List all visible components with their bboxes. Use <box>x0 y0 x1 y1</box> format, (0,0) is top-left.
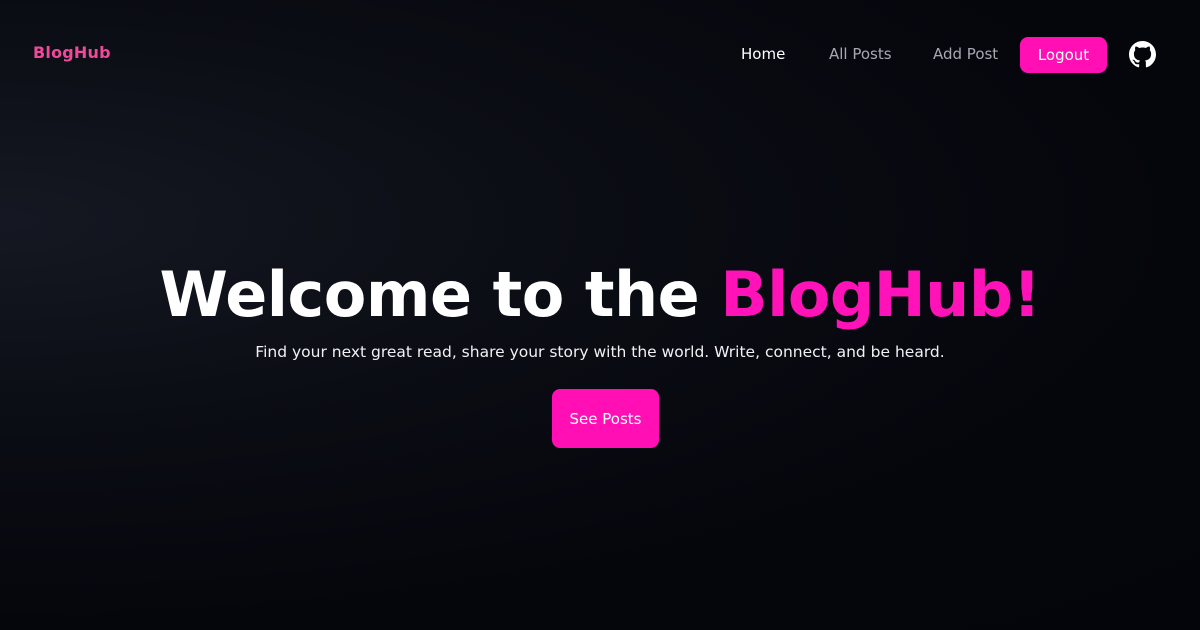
logout-button[interactable]: Logout <box>1020 37 1107 73</box>
hero-title-accent: BlogHub! <box>720 258 1041 331</box>
see-posts-button[interactable]: See Posts <box>552 389 659 448</box>
hero-title-prefix: Welcome to the <box>159 258 721 331</box>
nav-link-home[interactable]: Home <box>741 45 785 63</box>
hero-title: Welcome to the BlogHub! <box>0 255 1200 335</box>
hero-subtitle: Find your next great read, share your st… <box>255 343 945 361</box>
nav-link-all-posts[interactable]: All Posts <box>829 45 892 63</box>
hero-section: Welcome to the BlogHub! Find your next g… <box>0 255 1200 365</box>
github-icon[interactable] <box>1129 41 1156 68</box>
nav-link-add-post[interactable]: Add Post <box>933 45 998 63</box>
navbar: BlogHub Home All Posts Add Post Logout <box>0 0 1200 110</box>
brand-logo[interactable]: BlogHub <box>33 43 111 62</box>
